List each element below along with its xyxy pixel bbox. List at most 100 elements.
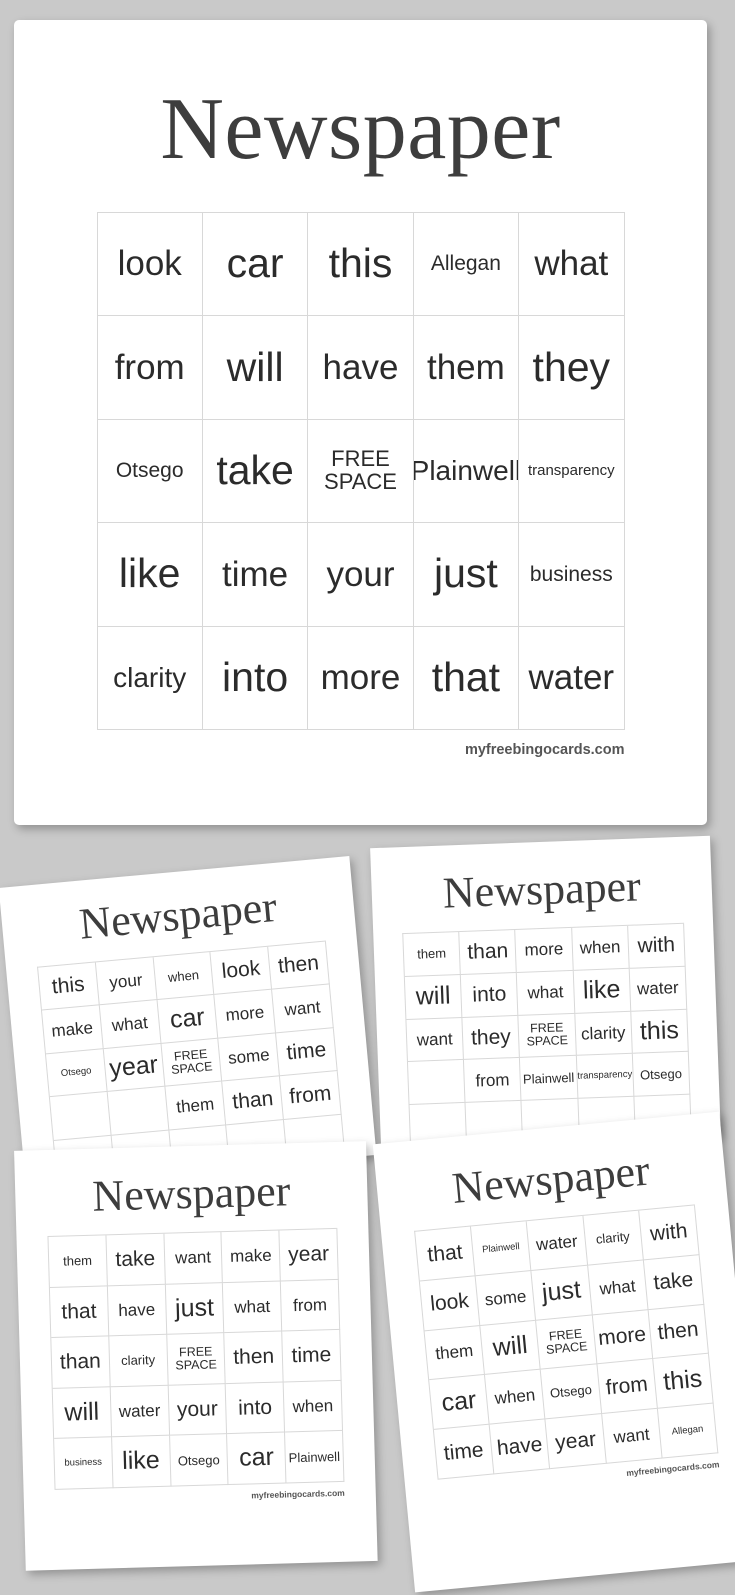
bingo-cell[interactable]: just <box>165 1282 225 1335</box>
bingo-cell[interactable]: this <box>308 213 414 317</box>
bingo-cell[interactable]: this <box>631 1009 689 1055</box>
bingo-cell[interactable]: Otsego <box>45 1048 108 1098</box>
bingo-cell[interactable]: this <box>38 962 100 1011</box>
bingo-cell[interactable]: Otsego <box>169 1434 229 1487</box>
bingo-cell[interactable]: Otsego <box>97 419 203 524</box>
bingo-cell[interactable]: transparency <box>576 1054 635 1099</box>
bingo-cell[interactable]: Plainwell <box>285 1431 345 1484</box>
bingo-cell[interactable]: clarity <box>574 1011 633 1057</box>
bingo-cell[interactable]: they <box>462 1015 521 1061</box>
bingo-cell[interactable]: from <box>280 1279 341 1332</box>
bingo-cell[interactable]: then <box>648 1304 709 1360</box>
bingo-cell[interactable]: car <box>227 1432 287 1486</box>
bingo-cell[interactable]: what <box>517 970 575 1016</box>
bingo-cell[interactable]: into <box>461 972 519 1018</box>
bingo-cell[interactable]: what <box>223 1281 283 1334</box>
bingo-cell[interactable]: look <box>97 213 203 317</box>
bingo-cell[interactable]: them <box>413 316 520 420</box>
bingo-cell[interactable]: time <box>433 1424 495 1480</box>
bingo-cell[interactable]: will <box>52 1387 112 1440</box>
bingo-cell[interactable]: take <box>106 1233 166 1286</box>
bingo-cell[interactable]: from <box>464 1058 522 1104</box>
bingo-cell[interactable]: them <box>424 1325 486 1381</box>
bingo-cell[interactable]: when <box>571 925 630 971</box>
bingo-cell[interactable] <box>107 1086 169 1136</box>
bingo-cell[interactable]: your <box>308 523 414 627</box>
bingo-cell[interactable]: from <box>280 1071 342 1120</box>
bingo-cell[interactable]: want <box>601 1408 663 1464</box>
bingo-cell[interactable]: Allegan <box>413 213 520 317</box>
bingo-cell[interactable]: transparency <box>519 419 625 524</box>
bingo-cell[interactable]: clarity <box>583 1210 644 1266</box>
bingo-cell[interactable]: some <box>475 1270 537 1326</box>
bingo-cell[interactable]: Plainwell <box>413 419 520 524</box>
bingo-cell[interactable]: water <box>527 1215 588 1271</box>
bingo-cell[interactable]: them <box>48 1235 108 1288</box>
bingo-cell[interactable]: have <box>489 1419 551 1475</box>
bingo-cell[interactable]: they <box>519 316 625 420</box>
bingo-cell[interactable]: year <box>279 1228 339 1282</box>
bingo-cell[interactable]: that <box>49 1285 110 1339</box>
bingo-cell[interactable]: take <box>202 419 309 524</box>
bingo-cell[interactable]: want <box>406 1017 465 1063</box>
bingo-cell[interactable]: some <box>218 1033 281 1082</box>
bingo-cell[interactable]: with <box>627 923 686 969</box>
bingo-cell[interactable]: more <box>308 626 414 730</box>
bingo-cell[interactable]: business <box>54 1437 114 1490</box>
bingo-cell[interactable]: water <box>629 966 688 1012</box>
bingo-cell[interactable]: from <box>597 1359 658 1415</box>
bingo-cell[interactable]: time <box>276 1027 338 1077</box>
bingo-cell[interactable]: car <box>202 213 309 317</box>
bingo-cell[interactable]: that <box>415 1226 476 1282</box>
bingo-cell[interactable]: into <box>202 626 309 730</box>
bingo-cell[interactable]: look <box>210 946 273 996</box>
bingo-cell[interactable]: your <box>168 1383 228 1437</box>
bingo-cell[interactable]: when <box>153 951 215 1001</box>
bingo-cell[interactable]: look <box>419 1276 481 1331</box>
bingo-cell[interactable]: when <box>283 1380 344 1433</box>
bingo-cell[interactable]: into <box>226 1382 286 1435</box>
bingo-cell[interactable]: clarity <box>97 626 203 730</box>
bingo-cell[interactable]: make <box>42 1005 104 1055</box>
bingo-cell[interactable]: like <box>111 1436 172 1489</box>
bingo-cell[interactable] <box>407 1060 466 1106</box>
bingo-cell-free[interactable]: FREE SPACE <box>166 1333 227 1386</box>
bingo-cell[interactable]: just <box>413 523 520 627</box>
bingo-cell[interactable]: them <box>165 1081 227 1131</box>
bingo-cell[interactable]: have <box>107 1284 167 1337</box>
bingo-cell[interactable]: that <box>413 626 520 730</box>
bingo-cell[interactable]: make <box>221 1230 281 1283</box>
bingo-cell[interactable]: Plainwell <box>520 1056 579 1102</box>
bingo-cell[interactable]: Otsego <box>632 1052 691 1097</box>
bingo-cell[interactable]: want <box>272 984 334 1034</box>
bingo-cell[interactable]: than <box>51 1336 111 1389</box>
bingo-cell[interactable]: like <box>97 523 203 627</box>
bingo-cell[interactable]: water <box>519 626 625 730</box>
bingo-cell[interactable]: have <box>308 316 414 420</box>
bingo-cell[interactable]: will <box>480 1320 542 1376</box>
bingo-cell[interactable]: car <box>157 995 219 1044</box>
bingo-cell[interactable]: what <box>99 1000 162 1049</box>
bingo-cell[interactable]: will <box>202 316 309 420</box>
bingo-cell[interactable]: more <box>592 1309 654 1365</box>
bingo-cell[interactable]: Allegan <box>657 1403 719 1459</box>
bingo-cell[interactable]: just <box>531 1265 593 1321</box>
bingo-cell[interactable]: with <box>638 1205 700 1261</box>
bingo-cell[interactable]: Plainwell <box>471 1221 532 1277</box>
bingo-cell[interactable]: like <box>573 968 632 1014</box>
bingo-cell[interactable]: time <box>282 1330 342 1383</box>
bingo-cell-free[interactable]: FREE SPACE <box>536 1315 598 1370</box>
bingo-cell[interactable]: then <box>268 941 330 990</box>
bingo-cell[interactable]: take <box>643 1254 705 1310</box>
bingo-cell-free[interactable]: FREE SPACE <box>518 1013 577 1059</box>
bingo-cell[interactable]: them <box>403 932 462 977</box>
bingo-cell[interactable]: want <box>164 1232 224 1285</box>
bingo-cell[interactable]: will <box>404 974 463 1020</box>
bingo-cell[interactable]: when <box>485 1369 546 1425</box>
bingo-cell[interactable] <box>49 1092 112 1141</box>
bingo-cell[interactable]: from <box>97 316 203 420</box>
bingo-cell[interactable]: what <box>519 213 625 317</box>
bingo-cell[interactable]: time <box>202 523 309 627</box>
bingo-cell[interactable]: water <box>110 1385 170 1438</box>
bingo-cell-free[interactable]: FREE SPACE <box>161 1038 223 1087</box>
